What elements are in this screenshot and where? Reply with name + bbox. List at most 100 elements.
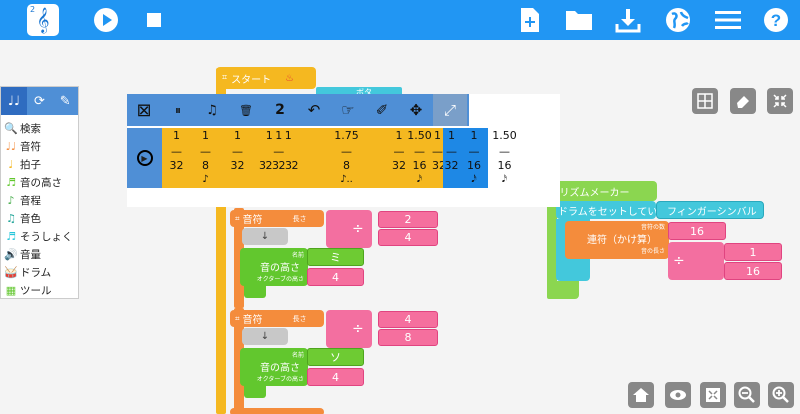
palette-item-pitch[interactable]: ♬ 音の高さ <box>1 173 78 191</box>
drum-set-block[interactable]: ドラムをセットしてい <box>556 201 657 219</box>
pitch-name-label: 名前 <box>291 252 304 259</box>
rhythm-track[interactable]: 1—32 1—8 ♪ 1—32 1 1 1—323232 1.75—8 ♪.. 1—32 1.5… <box>162 128 560 188</box>
divide-denominator-2[interactable]: 8 <box>378 329 438 346</box>
menu-icon <box>715 11 741 29</box>
note-block-label: 音符 <box>242 215 263 226</box>
logo-version: 2 <box>30 5 36 14</box>
collapse-button[interactable] <box>767 88 793 114</box>
rhythm-cell[interactable]: 1 1 1 —323232 <box>255 128 302 188</box>
expand-widget-button[interactable]: ⤢ <box>433 94 467 126</box>
language-button[interactable] <box>662 4 694 36</box>
palette-item-ornament[interactable]: ♬ そうしょく <box>1 227 78 245</box>
clear-button[interactable] <box>730 88 756 114</box>
repeat-divide-block[interactable]: ÷ <box>668 242 724 280</box>
cell-numerator: 1 <box>448 129 455 142</box>
palette-item-search[interactable]: 🔍 検索 <box>1 119 78 137</box>
tab-history[interactable]: ⟳ <box>27 87 53 115</box>
rhythm-cell[interactable]: 1 —32 <box>432 128 446 188</box>
app-logo[interactable]: 2 𝄞 <box>27 4 59 36</box>
open-folder-button[interactable] <box>563 4 595 36</box>
cell-fraction-bar: — <box>499 145 510 158</box>
drag-button[interactable]: ✥ <box>399 94 433 126</box>
tap-button[interactable]: ☞ <box>331 94 365 126</box>
arrow-block-2[interactable]: ↓ <box>242 328 288 345</box>
pitch-block-1[interactable]: 名前 音の高さ オクターブの高さ <box>240 248 308 286</box>
cell-denominator: 32 <box>230 159 245 172</box>
repeat-count-value[interactable]: 16 <box>668 222 726 240</box>
new-file-button[interactable] <box>514 4 546 36</box>
meter-icon: ♩ <box>8 157 14 171</box>
rhythm-cell[interactable]: 1 —32 <box>391 128 407 188</box>
intervals-icon: ♪ <box>7 193 15 207</box>
cell-note-glyph: ♪ <box>202 174 209 185</box>
drum-name-value[interactable]: フィンガーシンバル <box>656 201 764 219</box>
palette-item-notes[interactable]: ♩♩ 音符 <box>1 137 78 155</box>
play-circle-icon: ▶ <box>136 150 153 166</box>
octave-value-2[interactable]: 4 <box>307 368 364 386</box>
divide-numerator-1[interactable]: 2 <box>378 211 438 228</box>
help-button[interactable]: ? <box>760 4 792 36</box>
palette-item-tone[interactable]: ♫ 音色 <box>1 209 78 227</box>
rhythm-cell[interactable]: 1.50 —16 𝅘𝅥𝅯 <box>488 128 521 188</box>
grid-button[interactable] <box>692 88 718 114</box>
octave-value-1[interactable]: 4 <box>307 268 364 286</box>
grid-icon <box>697 93 713 109</box>
arrow-block-1[interactable]: ↓ <box>242 228 288 245</box>
cell-numerator: 1 <box>202 129 209 142</box>
rhythm-cell[interactable]: 1 —16 𝅘𝅥𝅯 <box>460 128 488 188</box>
divide-block-2[interactable]: ÷ <box>326 310 372 348</box>
palette-item-meter[interactable]: ♩ 拍子 <box>1 155 78 173</box>
delete-button[interactable]: 🗑 <box>229 94 263 126</box>
menu-button[interactable] <box>712 4 744 36</box>
divide-numerator-2[interactable]: 4 <box>378 311 438 328</box>
repeat-denominator[interactable]: 16 <box>724 262 782 280</box>
download-button[interactable] <box>612 4 644 36</box>
start-block[interactable]: ⌗ スタート ♨ <box>216 67 316 89</box>
rhythm-maker-block[interactable]: ⌗ リズムメーカー <box>547 181 657 201</box>
undo-button[interactable]: ↶ <box>297 94 331 126</box>
cell-numerator: 1 <box>395 129 403 142</box>
zoom-in-button[interactable] <box>768 382 794 408</box>
rhythm-stack-foot <box>547 281 579 299</box>
cell-denominator: 323232 <box>259 159 299 172</box>
note-block-2[interactable]: ⌗ 音符 長さ <box>230 310 324 327</box>
play-button[interactable] <box>90 4 122 36</box>
tab-music-blocks[interactable]: ♩♩ <box>1 87 27 115</box>
cell-numerator: 1 <box>434 129 441 142</box>
palette-category-list: 🔍 検索 ♩♩ 音符 ♩ 拍子 ♬ 音の高さ ♪ 音程 ♫ 音色 ♬ そうしょく 🔊 音量 🥁 ド… <box>1 115 78 299</box>
palette-item-drum[interactable]: 🥁 ドラム <box>1 263 78 281</box>
show-blocks-button[interactable] <box>665 382 691 408</box>
rhythm-cell[interactable]: 1 —8 ♪ <box>191 128 220 188</box>
close-button[interactable]: ⊠ <box>127 94 161 126</box>
pitch-name-value-1[interactable]: ミ <box>307 248 364 266</box>
save-rhythm-button[interactable]: ♫ <box>195 94 229 126</box>
rhythm-cell[interactable]: 1 —32 <box>443 128 460 188</box>
rhythm-cell[interactable]: 1 —32 <box>220 128 255 188</box>
pause-button[interactable]: ⏸ <box>161 94 195 126</box>
rhythm-cell[interactable]: 1.75 —8 ♪.. <box>302 128 391 188</box>
expand-button[interactable] <box>700 382 726 408</box>
divide-block-1[interactable]: ÷ <box>326 210 372 248</box>
play-rhythm-button[interactable]: ▶ <box>127 128 162 188</box>
stop-button[interactable] <box>138 4 170 36</box>
pitch-name-value-2[interactable]: ソ <box>307 348 364 366</box>
note-block-3-partial[interactable] <box>230 408 324 414</box>
rhythm-cell[interactable]: 1 —32 <box>162 128 191 188</box>
palette-item-volume[interactable]: 🔊 音量 <box>1 245 78 263</box>
tie-button[interactable]: ✐ <box>365 94 399 126</box>
new-file-icon <box>521 8 539 32</box>
repeat-note-block[interactable]: 音符の数 連符（かけ算） 音の長さ <box>565 221 669 259</box>
home-button[interactable] <box>628 382 654 408</box>
palette-item-intervals[interactable]: ♪ 音程 <box>1 191 78 209</box>
note-block-1[interactable]: ⌗ 音符 長さ <box>230 210 324 227</box>
zoom-out-button[interactable] <box>734 382 760 408</box>
tab-pen[interactable]: ✎ <box>52 87 78 115</box>
search-icon: 🔍 <box>4 121 18 135</box>
divide-input[interactable]: 2 <box>263 94 297 126</box>
palette-item-label: ドラム <box>20 266 52 279</box>
repeat-numerator[interactable]: 1 <box>724 243 782 261</box>
divide-denominator-1[interactable]: 4 <box>378 229 438 246</box>
palette-item-widgets[interactable]: ▦ ツール <box>1 281 78 299</box>
rhythm-cell[interactable]: 1.50 —16 𝅘𝅥𝅯 <box>407 128 432 188</box>
pitch-block-2[interactable]: 名前 音の高さ オクターブの高さ <box>240 348 308 386</box>
